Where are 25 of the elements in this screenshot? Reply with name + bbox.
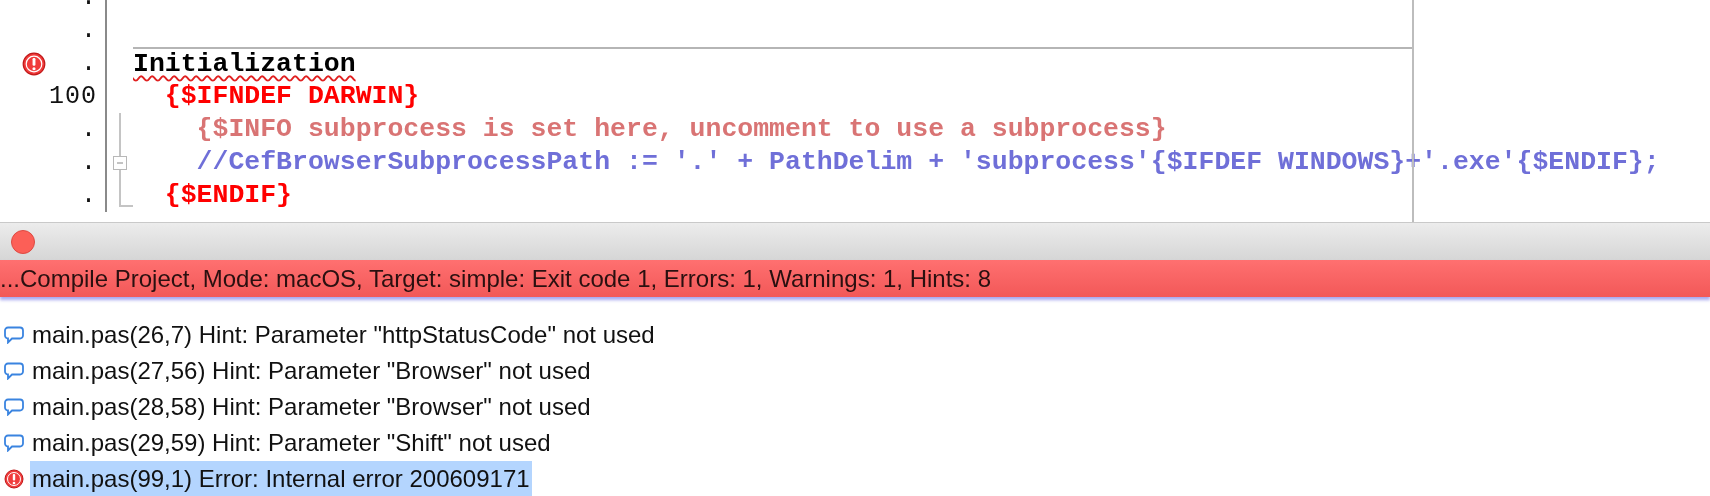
- speech-bubble-icon: [4, 326, 24, 344]
- error-icon: [4, 469, 24, 489]
- code-line: Initialization: [133, 47, 356, 81]
- message-item[interactable]: main.pas(28,58) Hint: Parameter "Browser" not used: [30, 389, 593, 425]
- line-number: 100: [49, 80, 97, 113]
- line-number: .: [81, 0, 97, 14]
- line-number: .: [81, 113, 97, 146]
- speech-bubble-icon: [4, 398, 24, 416]
- speech-bubble-icon: [4, 434, 24, 452]
- code-line: //CefBrowserSubprocessPath := '.' + PathDelim + 'subprocess'{$IFDEF WINDOWS}+'.exe'{$ENDIF};: [195, 145, 1660, 179]
- code-line: {$INFO subprocess is set here, uncomment to use a subprocess}: [195, 112, 1167, 146]
- speech-bubble-icon: [4, 362, 24, 380]
- line-number: .: [81, 146, 97, 179]
- message-item[interactable]: main.pas(29,59) Hint: Parameter "Shift" not used: [30, 425, 553, 461]
- line-number: .: [81, 47, 97, 80]
- line-number: .: [81, 179, 97, 212]
- message-item[interactable]: main.pas(26,7) Hint: Parameter "httpStatusCode" not used: [30, 317, 657, 353]
- build-status-bar: ...Compile Project, Mode: macOS, Target: simple: Exit code 1, Errors: 1, Warnings: 1, Hints: 8: [0, 260, 1710, 297]
- message-item[interactable]: main.pas(27,56) Hint: Parameter "Browser" not used: [30, 353, 593, 389]
- code-line: {$ENDIF}: [163, 178, 293, 212]
- line-number: .: [81, 14, 97, 47]
- code-line: {$IFNDEF DARWIN}: [163, 79, 420, 113]
- close-button[interactable]: [11, 229, 35, 254]
- message-item[interactable]: main.pas(99,1) Error: Internal error 200609171: [30, 461, 532, 496]
- fold-toggle[interactable]: [113, 156, 127, 170]
